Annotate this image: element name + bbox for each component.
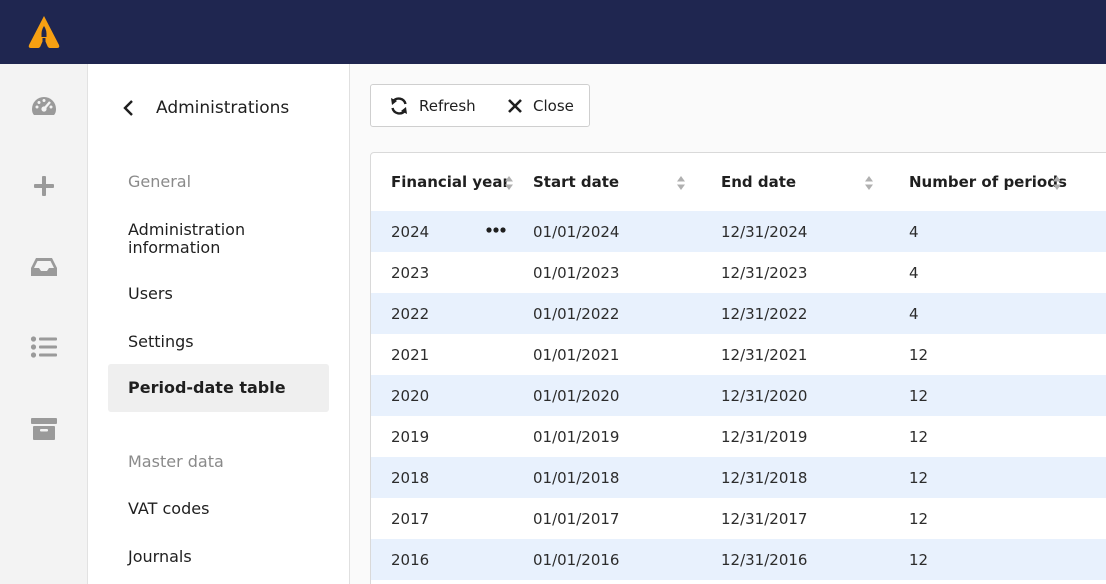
cell-financial-year: 2021 — [371, 334, 513, 375]
table-row[interactable]: 2016 01/01/2016 12/31/2016 12 — [371, 539, 1106, 580]
icon-rail — [0, 64, 88, 584]
cell-end-date: 12/31/2019 — [701, 416, 889, 457]
sort-icon — [865, 176, 873, 190]
toolbar: Refresh Close — [370, 84, 590, 127]
column-header-financial-year[interactable]: Financial year — [371, 153, 513, 211]
cell-number-of-periods: 12 — [889, 498, 1106, 539]
inbox-tray-icon[interactable] — [28, 251, 60, 283]
column-header-end-date[interactable]: End date — [701, 153, 889, 211]
cell-number-of-periods: 4 — [889, 211, 1106, 252]
cell-start-date: 01/01/2017 — [513, 498, 701, 539]
cell-number-of-periods: 4 — [889, 252, 1106, 293]
cell-end-date: 12/31/2016 — [701, 539, 889, 580]
cell-financial-year: 2017 — [371, 498, 513, 539]
table-row[interactable]: 2023 01/01/2023 12/31/2023 4 — [371, 252, 1106, 293]
period-date-table: Financial year Start date End date Numbe… — [370, 152, 1106, 584]
more-options-icon[interactable] — [485, 223, 507, 237]
cell-end-date: 12/31/2023 — [701, 252, 889, 293]
cell-start-date: 01/01/2021 — [513, 334, 701, 375]
subnav-item-vat-codes[interactable]: VAT codes — [108, 493, 329, 525]
column-header-number-of-periods[interactable]: Number of periods — [889, 153, 1106, 211]
archive-box-icon[interactable] — [28, 413, 60, 445]
subnav-title: Administrations — [156, 98, 290, 118]
table-row[interactable]: 2021 01/01/2021 12/31/2021 12 — [371, 334, 1106, 375]
back-to-administrations[interactable]: Administrations — [122, 94, 289, 122]
subnav-item-administration-information[interactable]: Administration information — [108, 220, 329, 258]
section-label-master-data: Master data — [128, 452, 224, 471]
subnav-item-period-date-table[interactable]: Period-date table — [108, 364, 329, 412]
cell-start-date: 01/01/2023 — [513, 252, 701, 293]
top-bar — [0, 0, 1106, 64]
administration-subnav: Administrations General Administration i… — [88, 64, 350, 584]
cell-financial-year: 2020 — [371, 375, 513, 416]
table-row[interactable]: 2024 01/01/2024 12/31/2024 4 — [371, 211, 1106, 252]
table-row[interactable]: 2017 01/01/2017 12/31/2017 12 — [371, 498, 1106, 539]
subnav-item-settings[interactable]: Settings — [108, 326, 329, 358]
close-label: Close — [533, 96, 574, 115]
table-row[interactable]: 2020 01/01/2020 12/31/2020 12 — [371, 375, 1106, 416]
cell-financial-year: 2016 — [371, 539, 513, 580]
cell-end-date: 12/31/2022 — [701, 293, 889, 334]
main-content: Refresh Close Financial year Start date … — [350, 64, 1106, 584]
subnav-item-users[interactable]: Users — [108, 278, 329, 310]
cell-financial-year: 2018 — [371, 457, 513, 498]
cell-end-date: 12/31/2018 — [701, 457, 889, 498]
rocket-logo-icon[interactable] — [26, 14, 62, 50]
section-label-general: General — [128, 172, 192, 191]
refresh-button[interactable]: Refresh — [371, 85, 495, 126]
cell-financial-year: 2022 — [371, 293, 513, 334]
cell-start-date: 01/01/2022 — [513, 293, 701, 334]
sort-icon — [1053, 176, 1061, 190]
cell-number-of-periods: 12 — [889, 334, 1106, 375]
cell-start-date: 01/01/2016 — [513, 539, 701, 580]
cell-start-date: 01/01/2024 — [513, 211, 701, 252]
dashboard-gauge-icon[interactable] — [28, 90, 60, 122]
cell-start-date: 01/01/2020 — [513, 375, 701, 416]
refresh-label: Refresh — [419, 96, 476, 115]
cell-number-of-periods: 12 — [889, 416, 1106, 457]
cell-number-of-periods: 4 — [889, 293, 1106, 334]
column-header-start-date[interactable]: Start date — [513, 153, 701, 211]
refresh-icon — [391, 96, 407, 115]
close-button[interactable]: Close — [495, 85, 574, 126]
plus-icon[interactable] — [28, 170, 60, 202]
cell-financial-year: 2023 — [371, 252, 513, 293]
cell-end-date: 12/31/2024 — [701, 211, 889, 252]
cell-start-date: 01/01/2018 — [513, 457, 701, 498]
sort-icon — [677, 176, 685, 190]
table-row[interactable]: 2022 01/01/2022 12/31/2022 4 — [371, 293, 1106, 334]
cell-end-date: 12/31/2020 — [701, 375, 889, 416]
cell-number-of-periods: 12 — [889, 457, 1106, 498]
cell-start-date: 01/01/2019 — [513, 416, 701, 457]
chevron-left-icon — [123, 100, 133, 116]
cell-number-of-periods: 12 — [889, 539, 1106, 580]
table-row[interactable]: 2018 01/01/2018 12/31/2018 12 — [371, 457, 1106, 498]
cell-number-of-periods: 12 — [889, 375, 1106, 416]
subnav-item-journals[interactable]: Journals — [108, 541, 329, 573]
cell-end-date: 12/31/2017 — [701, 498, 889, 539]
close-icon — [508, 98, 522, 113]
list-icon[interactable] — [28, 331, 60, 363]
cell-financial-year: 2019 — [371, 416, 513, 457]
table-row[interactable]: 2019 01/01/2019 12/31/2019 12 — [371, 416, 1106, 457]
cell-financial-year: 2024 — [371, 211, 513, 252]
cell-end-date: 12/31/2021 — [701, 334, 889, 375]
